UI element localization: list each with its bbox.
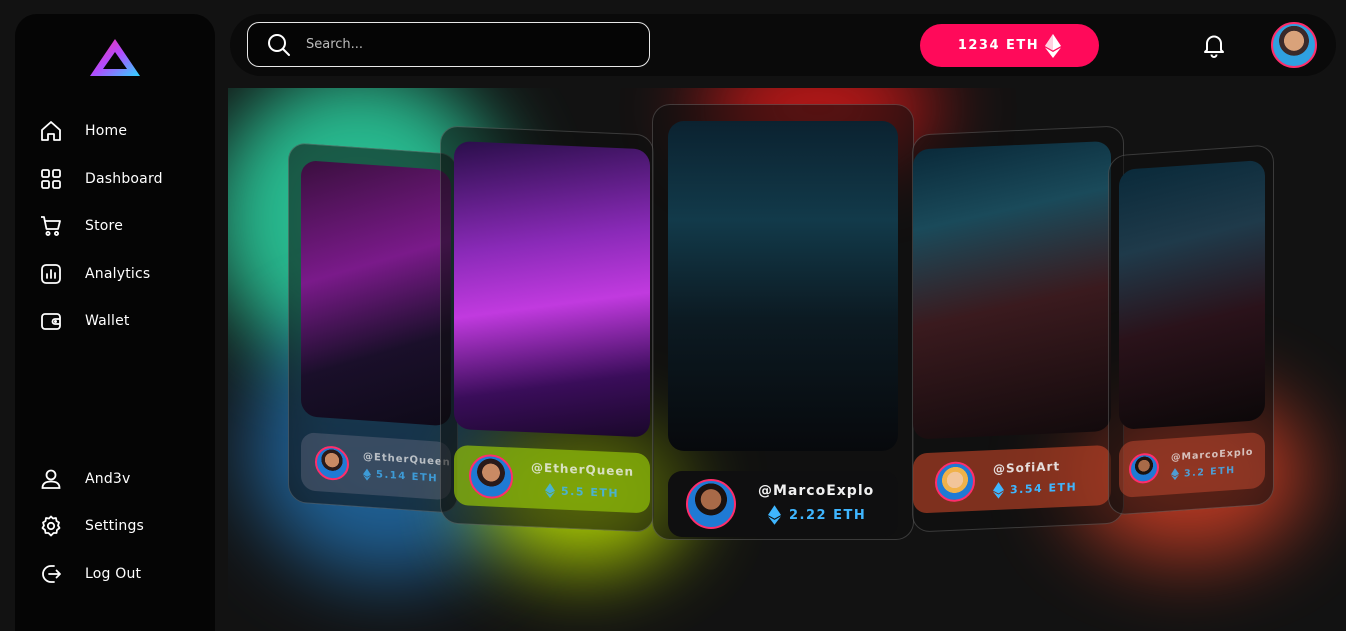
nft-image bbox=[454, 140, 650, 438]
price-label: 3.54 ETH bbox=[1010, 479, 1078, 496]
nft-image bbox=[668, 121, 898, 451]
creator-avatar bbox=[686, 479, 736, 529]
creator-avatar bbox=[1129, 452, 1159, 485]
creator-handle: @MarcoExplo bbox=[758, 483, 875, 499]
ethereum-icon bbox=[1045, 33, 1062, 58]
creator-avatar bbox=[315, 444, 349, 482]
sidebar-item-dashboard[interactable]: Dashboard bbox=[37, 164, 207, 194]
balance-button[interactable]: 1234 ETH bbox=[920, 24, 1099, 67]
card-info: @EtherQueen 5.5 ETH bbox=[454, 444, 650, 514]
nft-carousel: @EtherQueen 5.14 ETH @EtherQueen 5.5 ETH bbox=[228, 88, 1346, 631]
logo-icon[interactable] bbox=[87, 36, 143, 80]
sidebar-item-settings[interactable]: Settings bbox=[37, 511, 207, 541]
price-label: 3.2 ETH bbox=[1184, 464, 1236, 479]
wallet-icon bbox=[37, 307, 65, 335]
price-label: 5.14 ETH bbox=[376, 469, 439, 485]
analytics-icon bbox=[37, 260, 65, 288]
sidebar-item-label: Wallet bbox=[85, 313, 130, 329]
sidebar: Home Dashboard Store Analytics Wallet An… bbox=[15, 14, 215, 631]
gear-icon bbox=[37, 512, 65, 540]
sidebar-item-analytics[interactable]: Analytics bbox=[37, 259, 207, 289]
avatar[interactable] bbox=[1271, 22, 1317, 68]
sidebar-item-label: Log Out bbox=[85, 566, 142, 582]
card-info: @EtherQueen 5.14 ETH bbox=[301, 431, 451, 501]
creator-handle: @MarcoExplo bbox=[1171, 446, 1254, 464]
search-input[interactable] bbox=[306, 37, 626, 52]
creator-handle: @EtherQueen bbox=[363, 450, 451, 468]
sidebar-item-label: And3v bbox=[85, 471, 131, 487]
ethereum-icon bbox=[993, 481, 1004, 499]
price: 2.22 ETH bbox=[768, 505, 874, 525]
nft-card[interactable]: @MarcoExplo 3.2 ETH bbox=[1108, 144, 1274, 516]
nft-card[interactable]: @MarcoExplo 2.22 ETH bbox=[652, 104, 914, 540]
price-label: 2.22 ETH bbox=[789, 507, 867, 523]
bell-icon[interactable] bbox=[1200, 31, 1228, 59]
search-icon bbox=[266, 32, 292, 58]
nft-image bbox=[913, 140, 1111, 440]
price: 3.54 ETH bbox=[993, 478, 1077, 499]
sidebar-item-label: Home bbox=[85, 123, 128, 139]
sidebar-item-label: Settings bbox=[85, 518, 145, 534]
sidebar-item-label: Analytics bbox=[85, 266, 151, 282]
sidebar-item-wallet[interactable]: Wallet bbox=[37, 306, 207, 336]
sidebar-item-store[interactable]: Store bbox=[37, 211, 207, 241]
nft-image bbox=[1119, 159, 1265, 431]
price: 5.14 ETH bbox=[363, 468, 451, 486]
card-info: @SofiArt 3.54 ETH bbox=[913, 444, 1111, 514]
creator-avatar bbox=[935, 460, 975, 503]
search-bar[interactable] bbox=[247, 22, 650, 67]
nft-card[interactable]: @EtherQueen 5.14 ETH bbox=[288, 142, 458, 514]
creator-handle: @SofiArt bbox=[993, 458, 1061, 476]
creator-avatar bbox=[469, 453, 513, 500]
ethereum-icon bbox=[363, 468, 371, 481]
ethereum-icon bbox=[768, 505, 781, 525]
price: 5.5 ETH bbox=[545, 482, 634, 501]
user-icon bbox=[37, 465, 65, 493]
ethereum-icon bbox=[1171, 468, 1179, 481]
sidebar-item-home[interactable]: Home bbox=[37, 116, 207, 146]
nft-card[interactable]: @SofiArt 3.54 ETH bbox=[912, 125, 1124, 533]
logout-icon bbox=[37, 560, 65, 588]
sidebar-item-profile[interactable]: And3v bbox=[37, 464, 207, 494]
nft-image bbox=[301, 159, 451, 427]
price-label: 5.5 ETH bbox=[561, 484, 620, 500]
cart-icon bbox=[37, 212, 65, 240]
creator-handle: @EtherQueen bbox=[531, 459, 635, 479]
nft-card[interactable]: @EtherQueen 5.5 ETH bbox=[440, 125, 654, 533]
home-icon bbox=[37, 117, 65, 145]
topbar: 1234 ETH bbox=[230, 14, 1336, 76]
sidebar-item-label: Store bbox=[85, 218, 124, 234]
price: 3.2 ETH bbox=[1171, 463, 1253, 481]
ethereum-icon bbox=[545, 482, 555, 498]
sidebar-item-logout[interactable]: Log Out bbox=[37, 559, 207, 589]
dashboard-icon bbox=[37, 165, 65, 193]
card-info: @MarcoExplo 3.2 ETH bbox=[1119, 431, 1265, 499]
sidebar-item-label: Dashboard bbox=[85, 171, 163, 187]
balance-label: 1234 ETH bbox=[957, 38, 1040, 53]
card-info: @MarcoExplo 2.22 ETH bbox=[668, 471, 898, 537]
